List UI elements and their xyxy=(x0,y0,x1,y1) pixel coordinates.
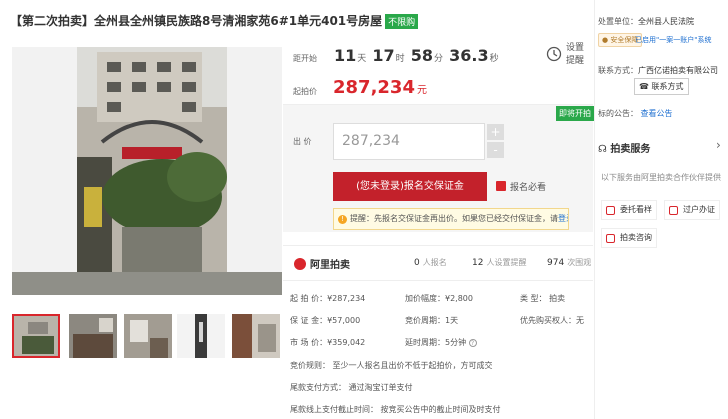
warning-icon: ! xyxy=(338,215,347,224)
detail-rule: 竞价规则： 至少一人报名且出价不低于起拍价，方可成交 xyxy=(290,361,493,370)
countdown-minutes: 58 xyxy=(410,46,434,65)
detail-delay: 延时周期：5分钟 ? xyxy=(405,337,477,348)
set-reminder-button[interactable]: 设置提醒 xyxy=(546,42,590,74)
thumbnail-strip xyxy=(12,314,282,362)
page-title: 【第二次拍卖】全州县全州镇民族路8号清湘家苑6#1单元401号房屋 不限购 xyxy=(10,12,419,29)
document-icon xyxy=(669,206,678,215)
detail-deposit: 保 证 金：¥57,000 xyxy=(290,316,361,325)
court-row: 处置单位：全州县人民法院 xyxy=(598,16,694,27)
thumbnail[interactable] xyxy=(232,314,280,358)
auction-page: 【第二次拍卖】全州县全州镇民族路8号清湘家苑6#1单元401号房屋 不限购 距开… xyxy=(0,0,728,419)
countdown-label: 距开始 xyxy=(293,54,317,63)
bid-label: 出 价 xyxy=(293,137,312,146)
decrease-bid-button[interactable]: - xyxy=(487,142,504,158)
must-read-link[interactable]: 报名必看 xyxy=(496,180,546,193)
location-icon xyxy=(606,206,615,215)
stats-bar: 阿里拍卖 0 人报名 12 人设置提醒 974 次围观 xyxy=(283,245,593,281)
bid-stepper: + - xyxy=(487,124,504,158)
announcement-row: 标的公告： 查看公告 xyxy=(598,108,673,119)
service-title: ☊ 拍卖服务 xyxy=(598,144,651,155)
must-read-label: 报名必看 xyxy=(510,183,547,193)
building-photo xyxy=(12,47,282,295)
contact-button[interactable]: ☎ 联系方式 xyxy=(634,78,689,95)
thumbnail[interactable] xyxy=(177,314,225,358)
platform-label: 阿里拍卖 xyxy=(310,260,350,271)
login-tip: !提醒：先报名交保证金再出价。如果您已经交付保证金，请登录 xyxy=(333,208,569,230)
starting-price: 287,234 元 xyxy=(333,77,427,98)
detail-payment: 尾款支付方式： 通过淘宝订单支付 xyxy=(290,383,413,392)
thumbnail[interactable] xyxy=(69,314,117,358)
court-name: 全州县人民法院 xyxy=(638,17,694,26)
contact-label: 联系方式： xyxy=(598,66,638,75)
price-unit: 元 xyxy=(416,85,427,96)
chat-icon xyxy=(606,234,615,243)
clock-icon xyxy=(546,46,562,62)
countdown-timer: 11天 17时 58分 36.3秒 xyxy=(334,46,500,65)
platform-name: 阿里拍卖 xyxy=(294,256,350,271)
detail-market-price: 市 场 价：¥359,042 xyxy=(290,338,366,347)
countdown-days: 11 xyxy=(334,46,357,65)
shield-icon: ● xyxy=(602,36,609,44)
thumbnail[interactable] xyxy=(12,314,60,358)
phone-icon: ☎ xyxy=(639,82,649,91)
minutes-unit: 分 xyxy=(434,54,444,64)
reminder-count: 12 人设置提醒 xyxy=(472,258,527,268)
days-unit: 天 xyxy=(357,54,367,64)
hours-unit: 时 xyxy=(395,54,405,64)
service-transfer[interactable]: 过户办证 xyxy=(664,200,720,220)
signup-deposit-button[interactable]: (您未登录)报名交保证金 xyxy=(333,172,487,201)
view-count: 974 次围观 xyxy=(547,258,592,268)
view-announcement-link[interactable]: 查看公告 xyxy=(641,109,673,118)
no-purchase-limit-badge: 不限购 xyxy=(385,14,419,29)
headset-icon: ☊ xyxy=(598,144,607,155)
bid-input[interactable]: 287,234 xyxy=(333,123,485,160)
login-link[interactable]: 登录 xyxy=(558,214,568,223)
document-icon xyxy=(496,181,506,191)
announcement-label: 标的公告： xyxy=(598,109,638,118)
increase-bid-button[interactable]: + xyxy=(487,124,504,140)
service-description: 以下服务由阿里拍卖合作伙伴提供 xyxy=(601,173,721,182)
starting-price-label: 起拍价 xyxy=(293,87,317,96)
detail-priority: 优先购买权人：无 xyxy=(520,316,584,325)
detail-type: 类 型： 拍卖 xyxy=(520,294,566,303)
detail-payment-deadline: 尾款线上支付截止时间： 按竞买公告中的截止时间及时支付 xyxy=(290,405,501,414)
detail-start-price: 起 拍 价：¥287,234 xyxy=(290,294,366,303)
tip-text: 提醒：先报名交保证金再出价。如果您已经交付保证金，请 xyxy=(350,214,558,223)
detail-increment: 加价幅度：¥2,800 xyxy=(405,294,473,303)
service-chevron-icon[interactable]: › xyxy=(716,138,721,152)
service-consult[interactable]: 拍卖咨询 xyxy=(601,228,657,248)
signup-count: 0 人报名 xyxy=(414,258,447,268)
countdown-hours: 17 xyxy=(372,46,395,65)
contact-company: 广西亿诺拍卖有限公司 xyxy=(638,66,718,75)
title-text: 【第二次拍卖】全州县全州镇民族路8号清湘家苑6#1单元401号房屋 xyxy=(10,14,383,28)
seconds-unit: 秒 xyxy=(489,54,499,64)
detail-period: 竞价周期：1天 xyxy=(405,316,459,325)
main-photo[interactable] xyxy=(12,47,282,295)
court-label: 处置单位： xyxy=(598,17,638,26)
countdown-seconds: 36.3 xyxy=(449,46,489,65)
upcoming-badge: 即将开拍 xyxy=(556,106,594,121)
starting-price-value: 287,234 xyxy=(333,77,415,98)
contact-row: 联系方式：广西亿诺拍卖有限公司 xyxy=(598,65,718,76)
reminder-label: 设置提醒 xyxy=(566,43,585,66)
thumbnail[interactable] xyxy=(124,314,172,358)
help-icon[interactable]: ? xyxy=(468,339,477,347)
account-system-link[interactable]: 已启用"一案一账户"系统 xyxy=(635,35,711,45)
service-viewing[interactable]: 委托看样 xyxy=(601,200,657,220)
alipaimai-logo-icon xyxy=(294,258,306,270)
